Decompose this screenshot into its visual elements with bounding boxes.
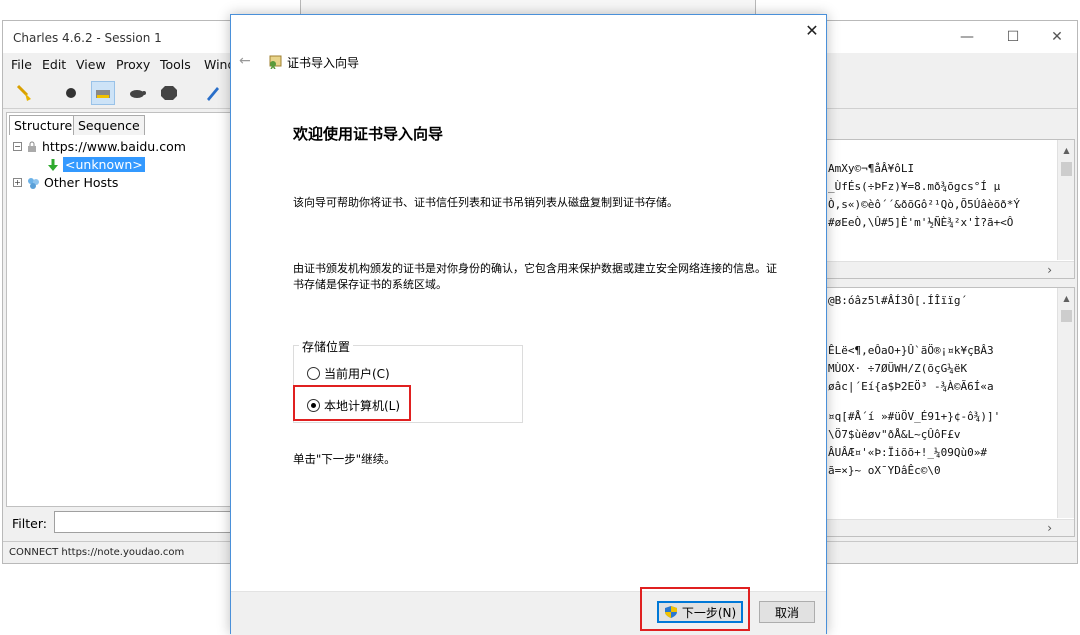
close-icon[interactable]: ✕ bbox=[802, 21, 822, 41]
menu-proxy[interactable]: Proxy bbox=[116, 57, 150, 72]
throttle-icon[interactable] bbox=[91, 81, 115, 105]
scroll-right-icon[interactable]: › bbox=[1047, 263, 1052, 277]
radio-label: 当前用户(C) bbox=[324, 367, 390, 381]
filter-label: Filter: bbox=[12, 516, 47, 531]
continue-hint: 单击"下一步"继续。 bbox=[293, 452, 396, 466]
raw-response-pane-bottom: @B:óâz5l#ÂÍ3Ô[.ÍÎïïg´ ÊLë<¶,eÔaO+}Û`ãÖ®¡… bbox=[823, 287, 1075, 537]
stop-icon[interactable] bbox=[157, 81, 181, 105]
tree-item-label: <unknown> bbox=[63, 157, 145, 172]
scroll-right-icon[interactable]: › bbox=[1047, 521, 1052, 535]
broom-icon[interactable] bbox=[13, 81, 37, 105]
dialog-title: 证书导入向导 bbox=[287, 56, 360, 70]
raw-line: ¤q[#Å´í »#üÖV_É91+}¢-ô¾)]' bbox=[828, 410, 1001, 423]
download-arrow-icon bbox=[48, 158, 58, 171]
cluster-icon bbox=[28, 177, 39, 189]
menu-edit[interactable]: Edit bbox=[42, 57, 66, 72]
raw-line: _ÙfÉs(÷ÞFz)¥=8.mð¾õgcs°Í µ bbox=[828, 180, 1001, 193]
menu-tools[interactable]: Tools bbox=[160, 57, 191, 72]
highlight-box bbox=[640, 587, 750, 631]
wizard-description: 该向导可帮助你将证书、证书信任列表和证书吊销列表从磁盘复制到证书存储。 bbox=[293, 196, 678, 209]
cancel-button-label: 取消 bbox=[774, 605, 799, 620]
cancel-button[interactable]: 取消 bbox=[759, 601, 815, 623]
record-icon[interactable] bbox=[59, 81, 83, 105]
pen-icon[interactable] bbox=[201, 81, 225, 105]
tree-item-other-hosts[interactable]: + Other Hosts bbox=[13, 174, 118, 191]
view-tabs: Structure Sequence bbox=[7, 113, 231, 135]
menu-file[interactable]: File bbox=[11, 57, 32, 72]
vertical-scrollbar[interactable]: ▲ bbox=[1057, 288, 1074, 518]
store-location-legend: 存储位置 bbox=[299, 338, 354, 355]
tree-item-label: Other Hosts bbox=[44, 175, 119, 190]
raw-response-pane-top: AmXy©¬¶åÂ¥ôLI _ÙfÉs(÷ÞFz)¥=8.mð¾õgcs°Í µ… bbox=[823, 139, 1075, 279]
wizard-explanation: 由证书颁发机构颁发的证书是对你身份的确认，它包含用来保护数据或建立安全网络连接的… bbox=[293, 262, 777, 291]
tree-item-unknown[interactable]: <unknown> bbox=[47, 156, 145, 173]
raw-line: @B:óâz5l#ÂÍ3Ô[.ÍÎïïg´ bbox=[828, 294, 968, 307]
scroll-up-icon[interactable]: ▲ bbox=[1058, 146, 1075, 155]
radio-current-user[interactable]: 当前用户(C) bbox=[307, 365, 390, 382]
tab-sequence[interactable]: Sequence bbox=[73, 115, 145, 135]
raw-line: \Ö7$ùëøv"ðÅ&L~çÛôF£v bbox=[828, 428, 961, 441]
tree-item-baidu[interactable]: − https://www.baidu.com bbox=[13, 138, 186, 155]
raw-line: ÂUÂÆ¤'«Þ:Ïiõõ+!_¼09Qù0»# bbox=[828, 446, 987, 459]
scroll-thumb[interactable] bbox=[1061, 310, 1072, 322]
status-text: CONNECT https://note.youdao.com bbox=[9, 547, 185, 558]
tab-structure[interactable]: Structure bbox=[9, 115, 78, 135]
lock-icon bbox=[28, 141, 36, 152]
raw-line: ã=×}~ oX¯YDâÊc©\0 bbox=[828, 464, 941, 477]
raw-line: Ò,s«)©èô´´&ðõGô²¹Qò,Õ5Úâèõð*Ý bbox=[828, 198, 1021, 211]
back-arrow-icon[interactable]: ← bbox=[239, 53, 251, 69]
certificate-icon bbox=[269, 55, 282, 69]
expand-icon[interactable]: + bbox=[13, 178, 22, 187]
tree-item-label: https://www.baidu.com bbox=[42, 139, 186, 154]
structure-pane: Structure Sequence − https://www.baidu.c… bbox=[6, 112, 232, 507]
window-title: Charles 4.6.2 - Session 1 bbox=[13, 31, 162, 45]
radio-button[interactable] bbox=[307, 367, 320, 380]
filter-bar: Filter: bbox=[6, 511, 234, 537]
raw-line: øâc|´Eí{a$Þ2EÖ³ -¾À©Ã6Í«a bbox=[828, 380, 994, 393]
certificate-import-dialog: ✕ ← 证书导入向导 欢迎使用证书导入向导 该向导可帮助你将证书、证书信任列表和… bbox=[230, 14, 827, 635]
collapse-icon[interactable]: − bbox=[13, 142, 22, 151]
minimize-icon[interactable]: — bbox=[957, 29, 977, 45]
maximize-icon[interactable]: ☐ bbox=[1003, 29, 1023, 45]
raw-line: AmXy©¬¶åÂ¥ôLI bbox=[828, 162, 915, 175]
scroll-up-icon[interactable]: ▲ bbox=[1058, 294, 1075, 303]
raw-line: ÊLë<¶,eÔaO+}Û`ãÖ®¡¤k¥çBÂ3 bbox=[828, 344, 994, 357]
vertical-scrollbar[interactable]: ▲ bbox=[1057, 140, 1074, 260]
wizard-heading: 欢迎使用证书导入向导 bbox=[293, 125, 444, 143]
horizontal-scrollbar[interactable]: › bbox=[824, 261, 1074, 278]
turtle-icon[interactable] bbox=[125, 81, 149, 105]
filter-input[interactable] bbox=[54, 511, 234, 533]
close-icon[interactable]: ✕ bbox=[1047, 29, 1067, 45]
scroll-thumb[interactable] bbox=[1061, 162, 1072, 176]
raw-line: MÙOX· ÷7ØÜWH/Z(õçG¼ëK bbox=[828, 362, 968, 375]
menu-view[interactable]: View bbox=[76, 57, 106, 72]
horizontal-scrollbar[interactable]: › bbox=[824, 519, 1074, 536]
raw-line: #øEeÒ,\Û#5]È'm'½ÑÈ¾²x'Ì?ã+<Ô bbox=[828, 216, 1014, 229]
highlight-box bbox=[293, 385, 411, 421]
